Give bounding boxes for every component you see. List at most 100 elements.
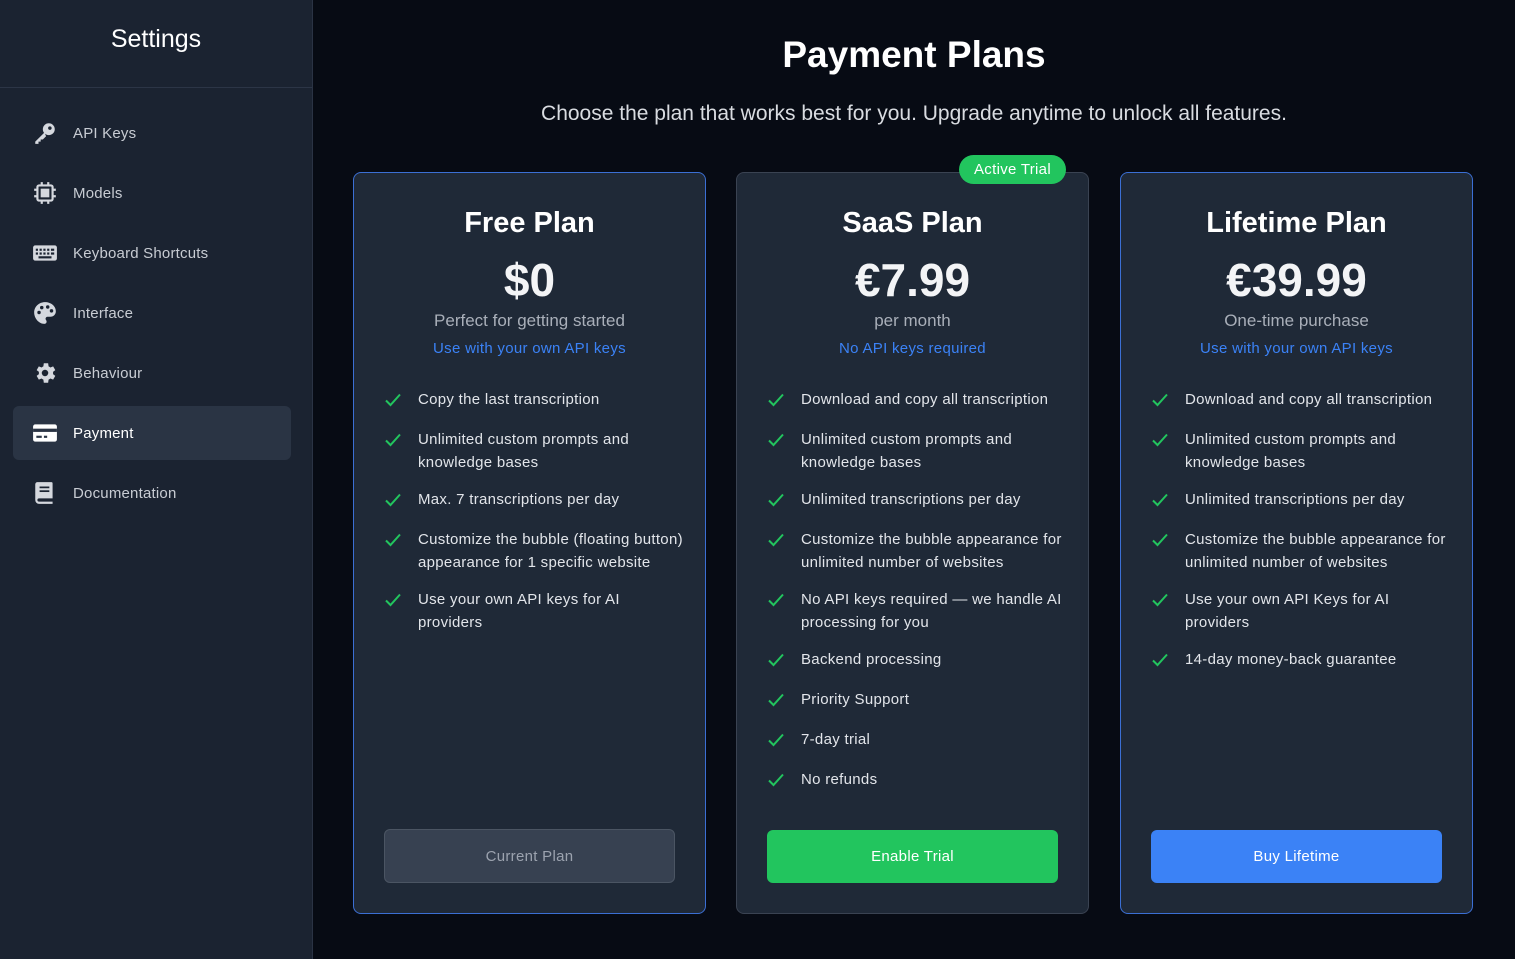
feature-text: Use your own API Keys for AI providers	[1185, 591, 1390, 631]
key-icon	[31, 119, 59, 147]
feature-item: Unlimited custom prompts and knowledge b…	[1152, 429, 1452, 474]
sidebar-item-label: Payment	[73, 424, 134, 442]
page-title: Payment Plans	[782, 34, 1046, 75]
plan-price: €39.99	[1226, 254, 1367, 306]
sidebar-item-api-keys[interactable]: API Keys	[13, 106, 291, 160]
sidebar-item-payment[interactable]: Payment	[13, 406, 291, 460]
feature-text: No refunds	[801, 771, 878, 788]
active-trial-badge: Active Trial	[959, 155, 1066, 184]
chip-icon	[31, 179, 59, 207]
feature-text: 14-day money-back guarantee	[1185, 651, 1397, 668]
keyboard-icon	[31, 239, 59, 267]
enable-trial-button[interactable]: Enable Trial	[767, 830, 1058, 883]
feature-text: Priority Support	[801, 691, 910, 708]
sidebar-item-label: Interface	[73, 304, 134, 322]
feature-item: Priority Support	[768, 689, 1068, 714]
feature-item: Backend processing	[768, 649, 1068, 674]
sidebar-header: Settings	[0, 0, 312, 88]
check-icon	[385, 529, 418, 554]
feature-item: Download and copy all transcription	[1152, 389, 1452, 414]
check-icon	[385, 489, 418, 514]
feature-text: Unlimited custom prompts and knowledge b…	[801, 431, 1012, 471]
credit-card-icon	[31, 419, 59, 447]
feature-text: Download and copy all transcription	[801, 391, 1049, 408]
sidebar-item-models[interactable]: Models	[13, 166, 291, 220]
plan-card-lifetime: Lifetime Plan €39.99 One-time purchase U…	[1120, 172, 1473, 914]
sidebar-item-documentation[interactable]: Documentation	[13, 466, 291, 520]
check-icon	[768, 389, 801, 414]
feature-text: Customize the bubble appearance for unli…	[1185, 531, 1446, 571]
plan-description: per month	[874, 311, 951, 330]
current-plan-button[interactable]: Current Plan	[384, 829, 675, 883]
feature-text: Unlimited transcriptions per day	[801, 491, 1021, 508]
feature-item: Use your own API Keys for AI providers	[1152, 589, 1452, 634]
check-icon	[1152, 489, 1185, 514]
main-content: Payment Plans Choose the plan that works…	[313, 0, 1515, 959]
feature-list: Download and copy all transcription Unli…	[1152, 389, 1452, 689]
feature-item: No refunds	[768, 769, 1068, 794]
plan-note: Use with your own API keys	[433, 340, 626, 357]
feature-item: Copy the last transcription	[385, 389, 685, 414]
feature-item: Unlimited transcriptions per day	[768, 489, 1068, 514]
plan-price: €7.99	[854, 254, 971, 306]
check-icon	[768, 649, 801, 674]
sidebar: Settings API Keys Models Keyboard Shortc…	[0, 0, 313, 959]
check-icon	[768, 429, 801, 454]
app-root: Settings API Keys Models Keyboard Shortc…	[0, 0, 1515, 959]
feature-text: Unlimited transcriptions per day	[1185, 491, 1405, 508]
feature-item: 7-day trial	[768, 729, 1068, 754]
plan-note: No API keys required	[839, 340, 986, 357]
plan-card-free: Free Plan $0 Perfect for getting started…	[353, 172, 706, 914]
feature-item: Max. 7 transcriptions per day	[385, 489, 685, 514]
feature-text: Customize the bubble (floating button) a…	[418, 531, 683, 571]
check-icon	[768, 489, 801, 514]
feature-item: Unlimited custom prompts and knowledge b…	[385, 429, 685, 474]
feature-list: Copy the last transcription Unlimited cu…	[385, 389, 685, 649]
feature-text: Customize the bubble appearance for unli…	[801, 531, 1062, 571]
sidebar-item-keyboard-shortcuts[interactable]: Keyboard Shortcuts	[13, 226, 291, 280]
feature-text: Use your own API keys for AI providers	[418, 591, 620, 631]
check-icon	[768, 689, 801, 714]
buy-lifetime-button[interactable]: Buy Lifetime	[1151, 830, 1442, 883]
check-icon	[1152, 389, 1185, 414]
plan-description: Perfect for getting started	[434, 311, 625, 330]
feature-text: Backend processing	[801, 651, 942, 668]
feature-text: Unlimited custom prompts and knowledge b…	[1185, 431, 1396, 471]
feature-item: Download and copy all transcription	[768, 389, 1068, 414]
check-icon	[1152, 589, 1185, 614]
check-icon	[768, 729, 801, 754]
palette-icon	[31, 299, 59, 327]
check-icon	[1152, 649, 1185, 674]
sidebar-nav: API Keys Models Keyboard Shortcuts Inter…	[0, 88, 312, 520]
plan-name: Lifetime Plan	[1206, 207, 1387, 239]
check-icon	[768, 529, 801, 554]
plan-cards: Free Plan $0 Perfect for getting started…	[353, 155, 1473, 914]
feature-text: Max. 7 transcriptions per day	[418, 491, 620, 508]
check-icon	[1152, 529, 1185, 554]
sidebar-item-label: Keyboard Shortcuts	[73, 244, 209, 262]
feature-text: Copy the last transcription	[418, 391, 600, 408]
feature-item: Use your own API keys for AI providers	[385, 589, 685, 634]
feature-text: 7-day trial	[801, 731, 871, 748]
plan-name: SaaS Plan	[842, 207, 983, 239]
feature-item: 14-day money-back guarantee	[1152, 649, 1452, 674]
feature-item: No API keys required — we handle AI proc…	[768, 589, 1068, 634]
sidebar-title: Settings	[110, 25, 202, 53]
feature-text: Unlimited custom prompts and knowledge b…	[418, 431, 629, 471]
feature-item: Customize the bubble (floating button) a…	[385, 529, 685, 574]
sidebar-item-interface[interactable]: Interface	[13, 286, 291, 340]
sidebar-item-label: Documentation	[73, 484, 177, 502]
plan-name: Free Plan	[464, 207, 595, 239]
sidebar-item-behaviour[interactable]: Behaviour	[13, 346, 291, 400]
sidebar-item-label: Behaviour	[73, 364, 143, 382]
plan-description: One-time purchase	[1224, 311, 1369, 330]
check-icon	[1152, 429, 1185, 454]
feature-item: Customize the bubble appearance for unli…	[768, 529, 1068, 574]
feature-list: Download and copy all transcription Unli…	[768, 389, 1068, 809]
check-icon	[385, 389, 418, 414]
feature-item: Unlimited custom prompts and knowledge b…	[768, 429, 1068, 474]
feature-item: Unlimited transcriptions per day	[1152, 489, 1452, 514]
check-icon	[768, 589, 801, 614]
sidebar-item-label: Models	[73, 184, 123, 202]
plan-card-saas: Active Trial SaaS Plan €7.99 per month N…	[736, 155, 1089, 914]
